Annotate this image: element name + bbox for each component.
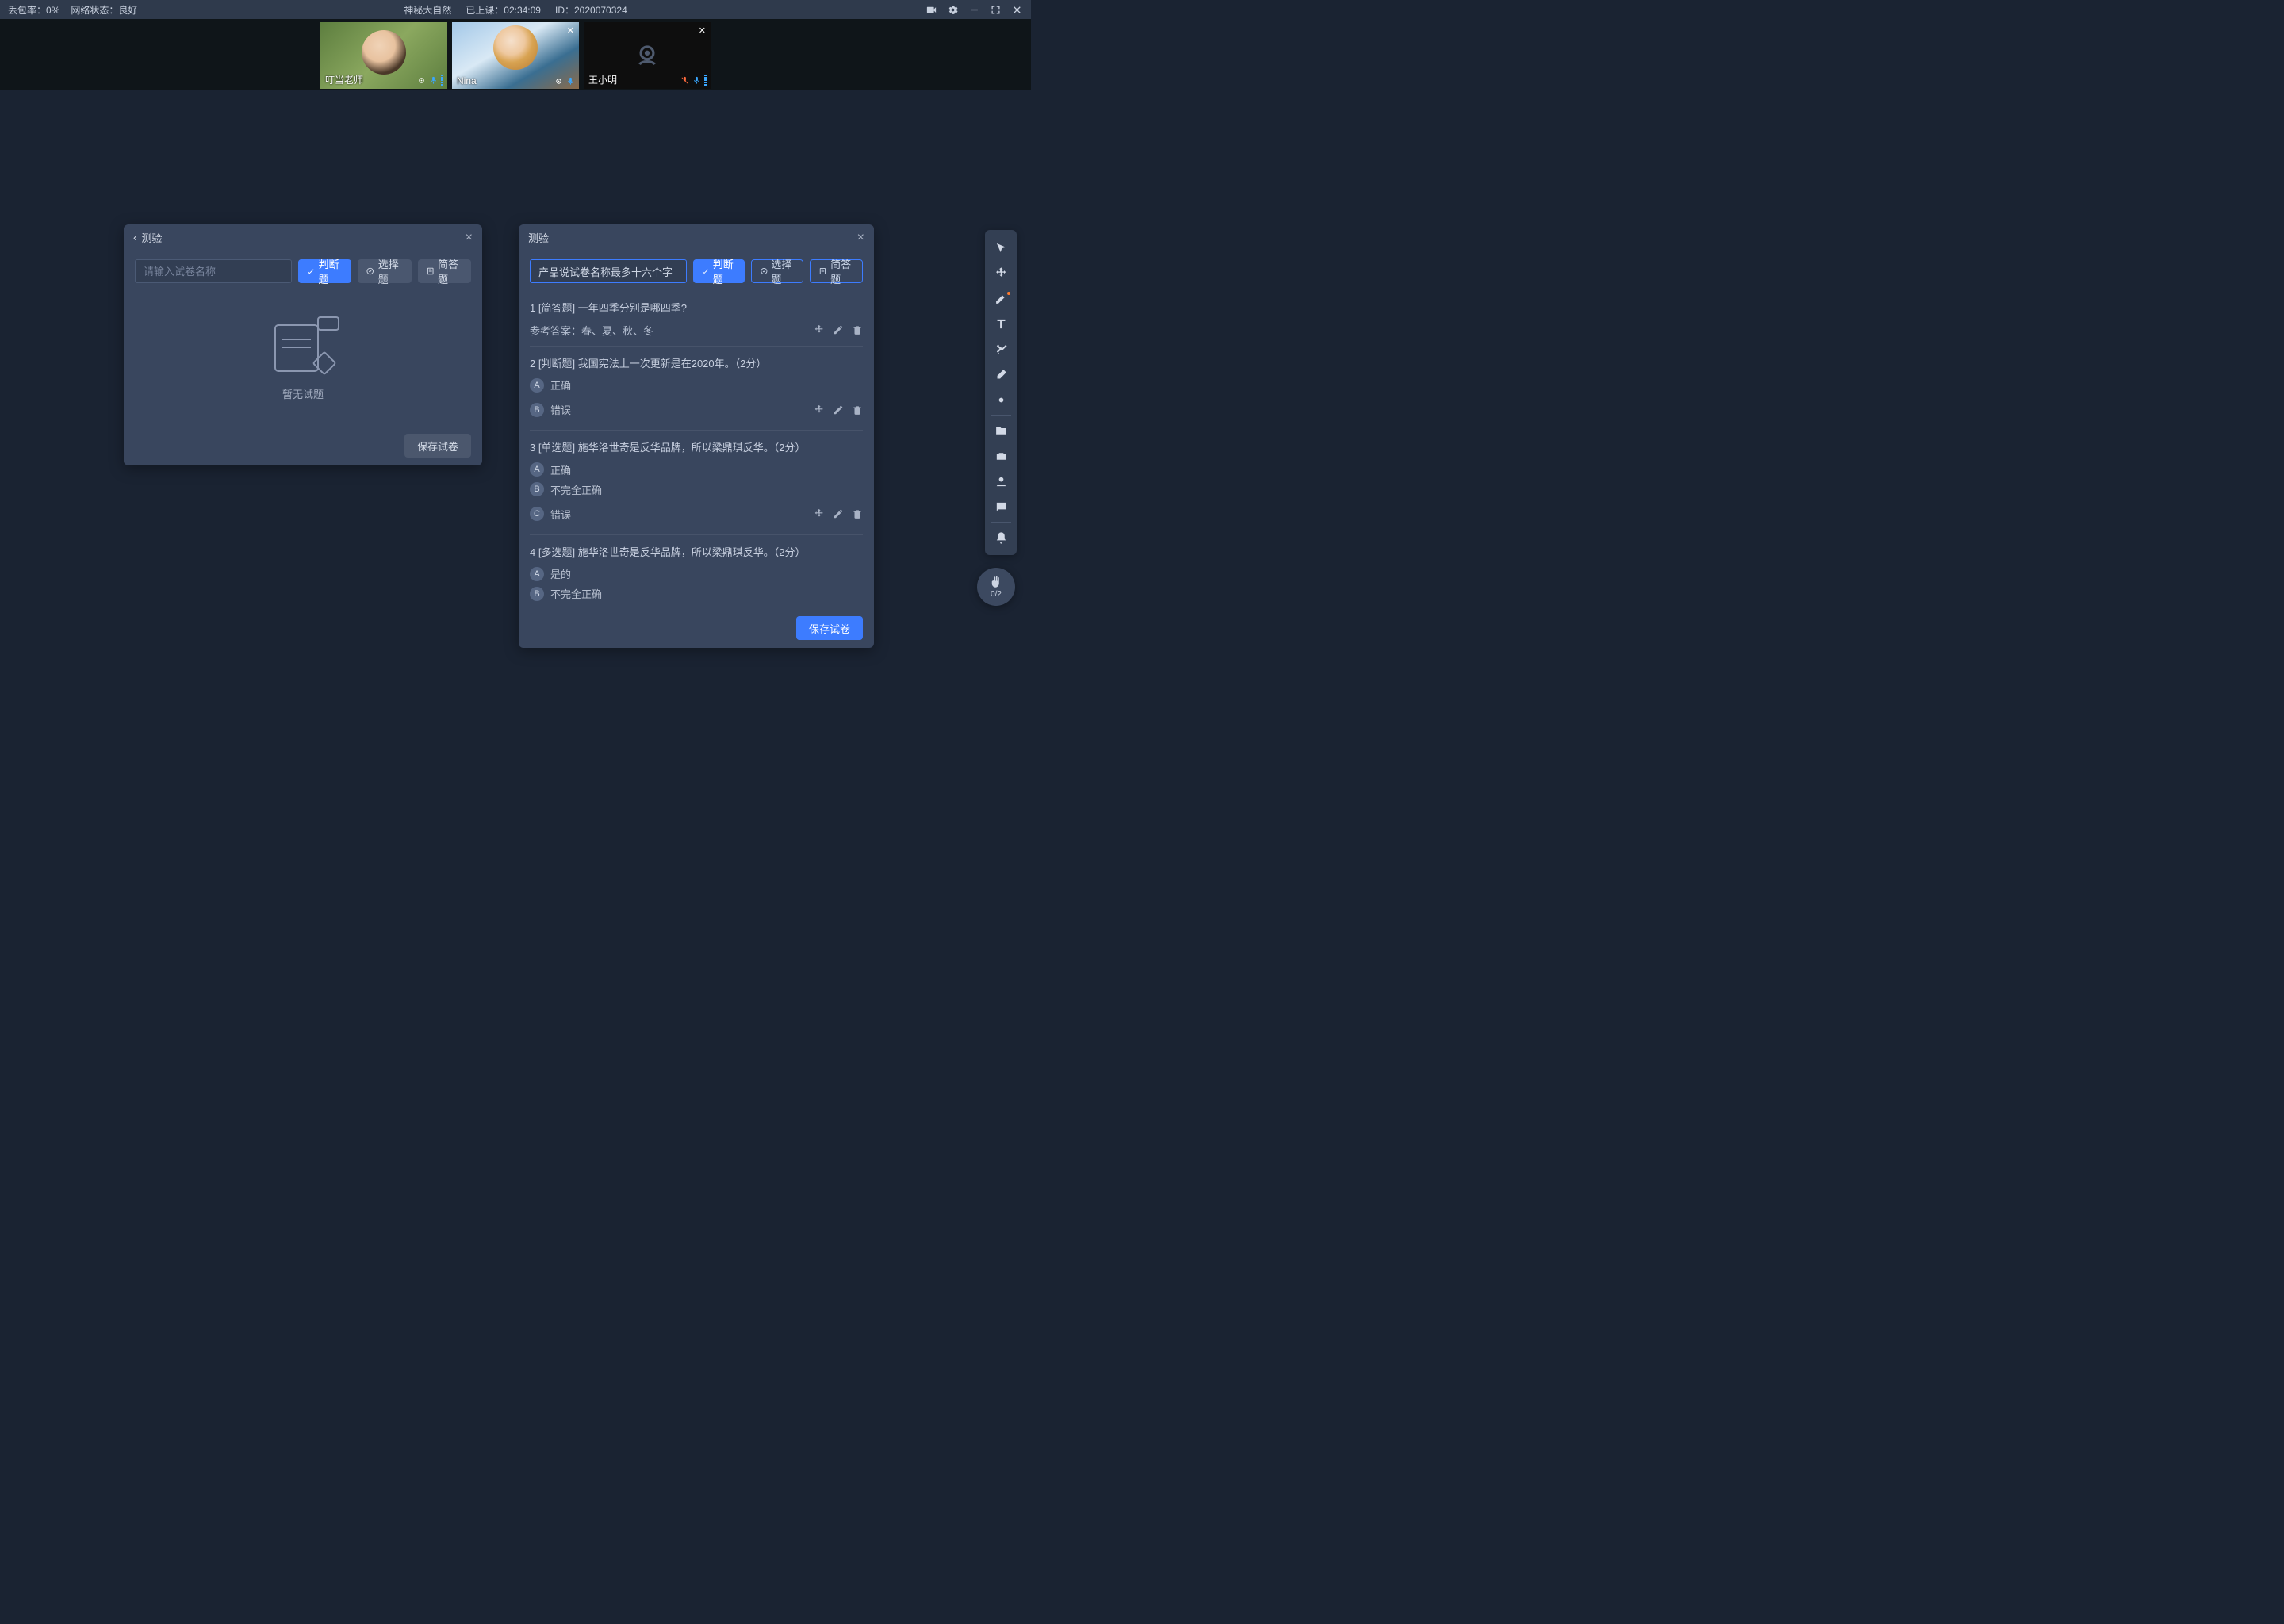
question-item: 3 [单选题] 施华洛世奇是反华品牌，所以梁鼎琪反华。（2分） A正确 B不完全…	[530, 431, 863, 535]
edit-icon[interactable]	[833, 324, 844, 335]
empty-caption: 暂无试题	[282, 386, 324, 401]
edit-icon[interactable]	[833, 508, 844, 519]
course-title: 神秘大自然	[404, 3, 451, 17]
quiz-name-input[interactable]	[530, 259, 687, 283]
toolbox-tool-icon[interactable]	[985, 443, 1017, 469]
elapsed-time: 已上课：02:34:09	[466, 3, 541, 17]
scissors-tool-icon[interactable]	[985, 336, 1017, 362]
video-tile-strip: 叮当老师 ✕ Nina ✕ 王小明	[0, 19, 1031, 90]
whiteboard-toolbar	[985, 230, 1017, 555]
camera-off-icon	[632, 40, 662, 71]
quiz-panel-empty: ‹ 测验 × 判断题 选择题 简答题 暂无试题 保存试卷	[124, 224, 482, 465]
folder-tool-icon[interactable]	[985, 418, 1017, 443]
add-choice-button[interactable]: 选择题	[358, 259, 411, 283]
hand-icon	[989, 575, 1003, 589]
volume-bars	[441, 75, 443, 86]
add-judge-button[interactable]: 判断题	[693, 259, 745, 283]
move-icon[interactable]	[814, 508, 825, 519]
panel-close-icon[interactable]: ×	[466, 231, 473, 245]
back-icon[interactable]: ‹	[133, 232, 136, 243]
signal-icon	[417, 76, 426, 85]
eraser-tool-icon[interactable]	[985, 362, 1017, 387]
packet-loss: 丢包率：0%	[8, 3, 59, 17]
add-short-answer-button[interactable]: 简答题	[810, 259, 863, 283]
top-status-bar: 丢包率：0% 网络状态：良好 神秘大自然 已上课：02:34:09 ID：202…	[0, 0, 1031, 19]
participant-name: Nina	[457, 75, 477, 86]
question-item: 1 [简答题] 一年四季分别是哪四季? 参考答案：春、夏、秋、冬	[530, 291, 863, 347]
question-list: 1 [简答题] 一年四季分别是哪四季? 参考答案：春、夏、秋、冬 2 [判断题]…	[519, 291, 874, 608]
panel-close-icon[interactable]: ×	[857, 231, 864, 245]
move-icon[interactable]	[814, 324, 825, 335]
session-id: ID：2020070324	[555, 3, 627, 17]
chat-tool-icon[interactable]	[985, 494, 1017, 519]
hand-count: 0/2	[991, 590, 1002, 599]
volume-bars	[704, 75, 707, 86]
text-tool-icon[interactable]	[985, 311, 1017, 336]
add-choice-button[interactable]: 选择题	[751, 259, 804, 283]
delete-icon[interactable]	[852, 508, 863, 519]
mic-icon	[566, 77, 575, 86]
minimize-icon[interactable]	[968, 4, 980, 16]
quiz-panel-filled: 测验 × 判断题 选择题 简答题 1 [简答题] 一年四季分别是哪四季? 参考答…	[519, 224, 874, 648]
mic-icon	[429, 76, 438, 85]
color-tool-icon[interactable]	[985, 387, 1017, 412]
move-tool-icon[interactable]	[985, 260, 1017, 285]
mic-icon	[692, 76, 701, 85]
settings-icon[interactable]	[947, 4, 959, 16]
participant-name: 叮当老师	[325, 73, 363, 86]
expand-icon[interactable]	[990, 4, 1002, 16]
delete-icon[interactable]	[852, 404, 863, 416]
empty-quiz-icon	[266, 316, 339, 375]
panel-title: 测验	[528, 230, 549, 245]
signal-icon	[554, 77, 563, 86]
video-tile-teacher[interactable]: 叮当老师	[320, 22, 447, 89]
quiz-name-input[interactable]	[135, 259, 292, 283]
save-quiz-button[interactable]: 保存试卷	[404, 434, 471, 458]
cursor-tool-icon[interactable]	[985, 235, 1017, 260]
add-judge-button[interactable]: 判断题	[298, 259, 351, 283]
video-tile-student-2[interactable]: ✕ 王小明	[584, 22, 711, 89]
close-icon[interactable]	[1011, 4, 1023, 16]
reference-answer: 参考答案：春、夏、秋、冬	[530, 323, 653, 338]
move-icon[interactable]	[814, 404, 825, 416]
camera-toggle-icon[interactable]	[925, 4, 937, 16]
pen-tool-icon[interactable]	[985, 285, 1017, 311]
tile-close-icon[interactable]: ✕	[567, 25, 574, 36]
question-item: 4 [多选题] 施华洛世奇是反华品牌，所以梁鼎琪反华。（2分） A是的 B不完全…	[530, 535, 863, 609]
network-status: 网络状态：良好	[71, 3, 137, 17]
tile-close-icon[interactable]: ✕	[699, 25, 706, 36]
mic-muted-icon	[680, 76, 689, 85]
panel-title: 测验	[141, 230, 162, 245]
raise-hand-badge[interactable]: 0/2	[977, 568, 1015, 606]
edit-icon[interactable]	[833, 404, 844, 416]
person-tool-icon[interactable]	[985, 469, 1017, 494]
bell-tool-icon[interactable]	[985, 525, 1017, 550]
question-item: 2 [判断题] 我国宪法上一次更新是在2020年。（2分） A正确 B错误	[530, 347, 863, 431]
participant-name: 王小明	[588, 73, 617, 86]
empty-state: 暂无试题	[135, 291, 471, 426]
add-short-answer-button[interactable]: 简答题	[418, 259, 471, 283]
save-quiz-button[interactable]: 保存试卷	[796, 616, 863, 640]
delete-icon[interactable]	[852, 324, 863, 335]
video-tile-student-1[interactable]: ✕ Nina	[452, 22, 579, 89]
